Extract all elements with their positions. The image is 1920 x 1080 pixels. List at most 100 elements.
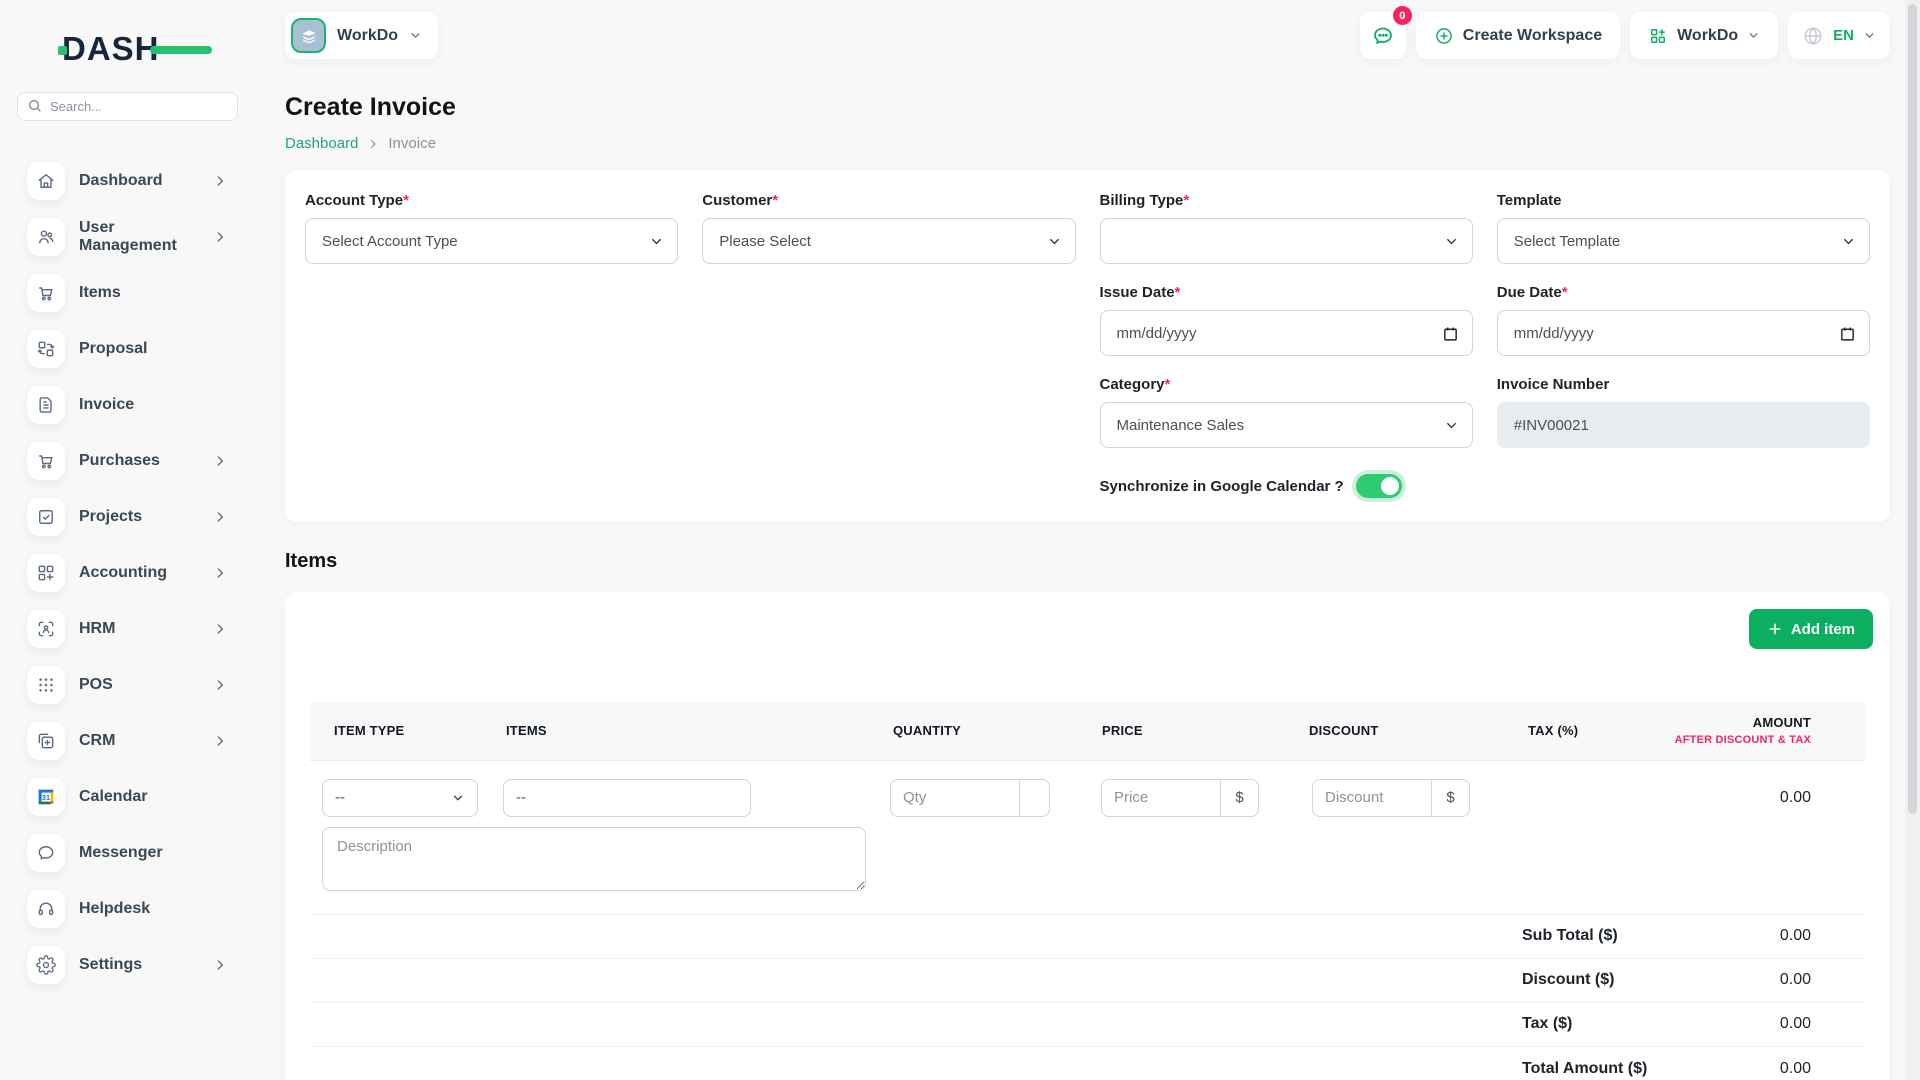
sync-google-calendar-label: Synchronize in Google Calendar ?: [1100, 478, 1344, 495]
logo-dot: [58, 46, 67, 55]
quantity-input[interactable]: [891, 780, 1019, 816]
invoice-number-field: Invoice Number #INV00021: [1497, 376, 1870, 448]
cart-icon: [27, 274, 65, 312]
totals-section: Sub Total ($) 0.00 Discount ($) 0.00 Tax…: [310, 915, 1865, 1080]
sidebar-item-hrm[interactable]: HRM: [0, 601, 255, 657]
breadcrumb-dashboard-link[interactable]: Dashboard: [285, 135, 358, 152]
grid-plus-icon: [1648, 26, 1668, 46]
scrollbar-thumb[interactable]: [1908, 4, 1917, 814]
description-textarea[interactable]: [322, 827, 866, 891]
sync-google-calendar-row: Synchronize in Google Calendar ?: [1100, 474, 1473, 498]
page-scrollbar[interactable]: [1905, 0, 1920, 1080]
customer-field: Customer* Please Select: [702, 192, 1075, 264]
calendar-icon[interactable]: [1442, 325, 1459, 342]
search-icon: [27, 98, 43, 114]
issue-date-input[interactable]: mm/dd/yyyy: [1100, 310, 1473, 356]
workspace-menu-button[interactable]: WorkDo: [1630, 12, 1778, 59]
sidebar-item-accounting[interactable]: Accounting: [0, 545, 255, 601]
due-date-input[interactable]: mm/dd/yyyy: [1497, 310, 1870, 356]
sidebar-item-crm[interactable]: CRM: [0, 713, 255, 769]
chevron-right-icon: [213, 734, 227, 748]
breadcrumb: Dashboard Invoice: [285, 135, 1890, 152]
sidebar-item-purchases[interactable]: Purchases: [0, 433, 255, 489]
discount-input-group: $: [1312, 779, 1470, 817]
discount-total-value: 0.00: [1780, 971, 1811, 989]
required-mark: *: [1165, 376, 1171, 393]
account-type-label: Account Type: [305, 192, 403, 209]
required-mark: *: [1175, 284, 1181, 301]
items-input[interactable]: [503, 779, 751, 817]
col-amount: AMOUNTAFTER DISCOUNT & TAX: [1640, 702, 1865, 760]
due-date-label: Due Date: [1497, 284, 1562, 301]
language-selector[interactable]: EN: [1788, 12, 1890, 59]
sidebar-item-items[interactable]: Items: [0, 265, 255, 321]
headset-icon: [27, 890, 65, 928]
messages-button[interactable]: 0: [1360, 12, 1406, 59]
chevron-down-icon: [1747, 29, 1760, 42]
sidebar-item-invoice[interactable]: Invoice: [0, 377, 255, 433]
chevron-down-icon: [649, 234, 664, 249]
quantity-input-group: [890, 779, 1050, 817]
sidebar-item-user-management[interactable]: User Management: [0, 209, 255, 265]
squares-plus-icon: [27, 722, 65, 760]
required-mark: *: [1562, 284, 1568, 301]
customer-select[interactable]: Please Select: [702, 218, 1075, 264]
plus-icon: [1767, 621, 1783, 637]
chevron-down-icon: [451, 791, 465, 805]
sidebar-item-settings[interactable]: Settings: [0, 937, 255, 993]
calendar-icon[interactable]: [1839, 325, 1856, 342]
sidebar-item-calendar[interactable]: 31 Calendar: [0, 769, 255, 825]
issue-date-field: Issue Date* mm/dd/yyyy: [1100, 284, 1473, 356]
chevron-down-icon: [1047, 234, 1062, 249]
chevron-right-icon: [213, 958, 227, 972]
invoice-number-input: #INV00021: [1497, 402, 1870, 448]
chevron-down-icon: [1444, 418, 1459, 433]
sidebar-item-projects[interactable]: Projects: [0, 489, 255, 545]
items-section-heading: Items: [285, 550, 1890, 573]
dash-logo: DASH: [62, 30, 212, 70]
sidebar-item-proposal[interactable]: Proposal: [0, 321, 255, 377]
workspace-switcher[interactable]: WorkDo: [285, 12, 438, 59]
discount-total-row: Discount ($) 0.00: [310, 959, 1865, 1003]
required-mark: *: [403, 192, 409, 209]
customer-label: Customer: [702, 192, 772, 209]
currency-addon: $: [1220, 780, 1258, 816]
swap-boxes-icon: [27, 330, 65, 368]
sidebar-item-dashboard[interactable]: Dashboard: [0, 153, 255, 209]
description-row: [310, 823, 1865, 915]
chevron-down-icon: [409, 29, 422, 42]
category-select[interactable]: Maintenance Sales: [1100, 402, 1473, 448]
sidebar-item-pos[interactable]: POS: [0, 657, 255, 713]
dots-grid-icon: [27, 666, 65, 704]
sidebar-item-messenger[interactable]: Messenger: [0, 825, 255, 881]
gear-icon: [27, 946, 65, 984]
breadcrumb-current: Invoice: [388, 135, 436, 152]
invoice-form-card: Account Type* Select Account Type Custom…: [285, 170, 1890, 522]
required-mark: *: [1183, 192, 1189, 209]
chevron-down-icon: [1841, 234, 1856, 249]
create-workspace-button[interactable]: Create Workspace: [1416, 12, 1620, 59]
template-field: Template Select Template: [1497, 192, 1870, 264]
template-select[interactable]: Select Template: [1497, 218, 1870, 264]
billing-type-select[interactable]: [1100, 218, 1473, 264]
sidebar: DASH Dashboard User Management: [0, 0, 255, 1080]
price-input-group: $: [1101, 779, 1259, 817]
add-item-button[interactable]: Add item: [1749, 609, 1873, 649]
item-type-select[interactable]: --: [322, 779, 478, 817]
col-price: PRICE: [1080, 702, 1290, 760]
sync-google-calendar-toggle[interactable]: [1356, 474, 1402, 498]
items-table: ITEM TYPE ITEMS QUANTITY PRICE DISCOUNT …: [310, 702, 1865, 915]
topbar: WorkDo 0 Create Workspace WorkDo: [285, 0, 1890, 59]
required-mark: *: [772, 192, 778, 209]
chevron-down-icon: [1863, 29, 1876, 42]
account-type-field: Account Type* Select Account Type: [305, 192, 678, 264]
quantity-addon: [1019, 780, 1049, 816]
item-row: --: [310, 760, 1865, 823]
account-type-select[interactable]: Select Account Type: [305, 218, 678, 264]
discount-input[interactable]: [1313, 780, 1431, 816]
price-input[interactable]: [1102, 780, 1220, 816]
person-scan-icon: [27, 610, 65, 648]
svg-text:31: 31: [42, 793, 50, 802]
sidebar-item-helpdesk[interactable]: Helpdesk: [0, 881, 255, 937]
search-input[interactable]: [17, 92, 238, 121]
